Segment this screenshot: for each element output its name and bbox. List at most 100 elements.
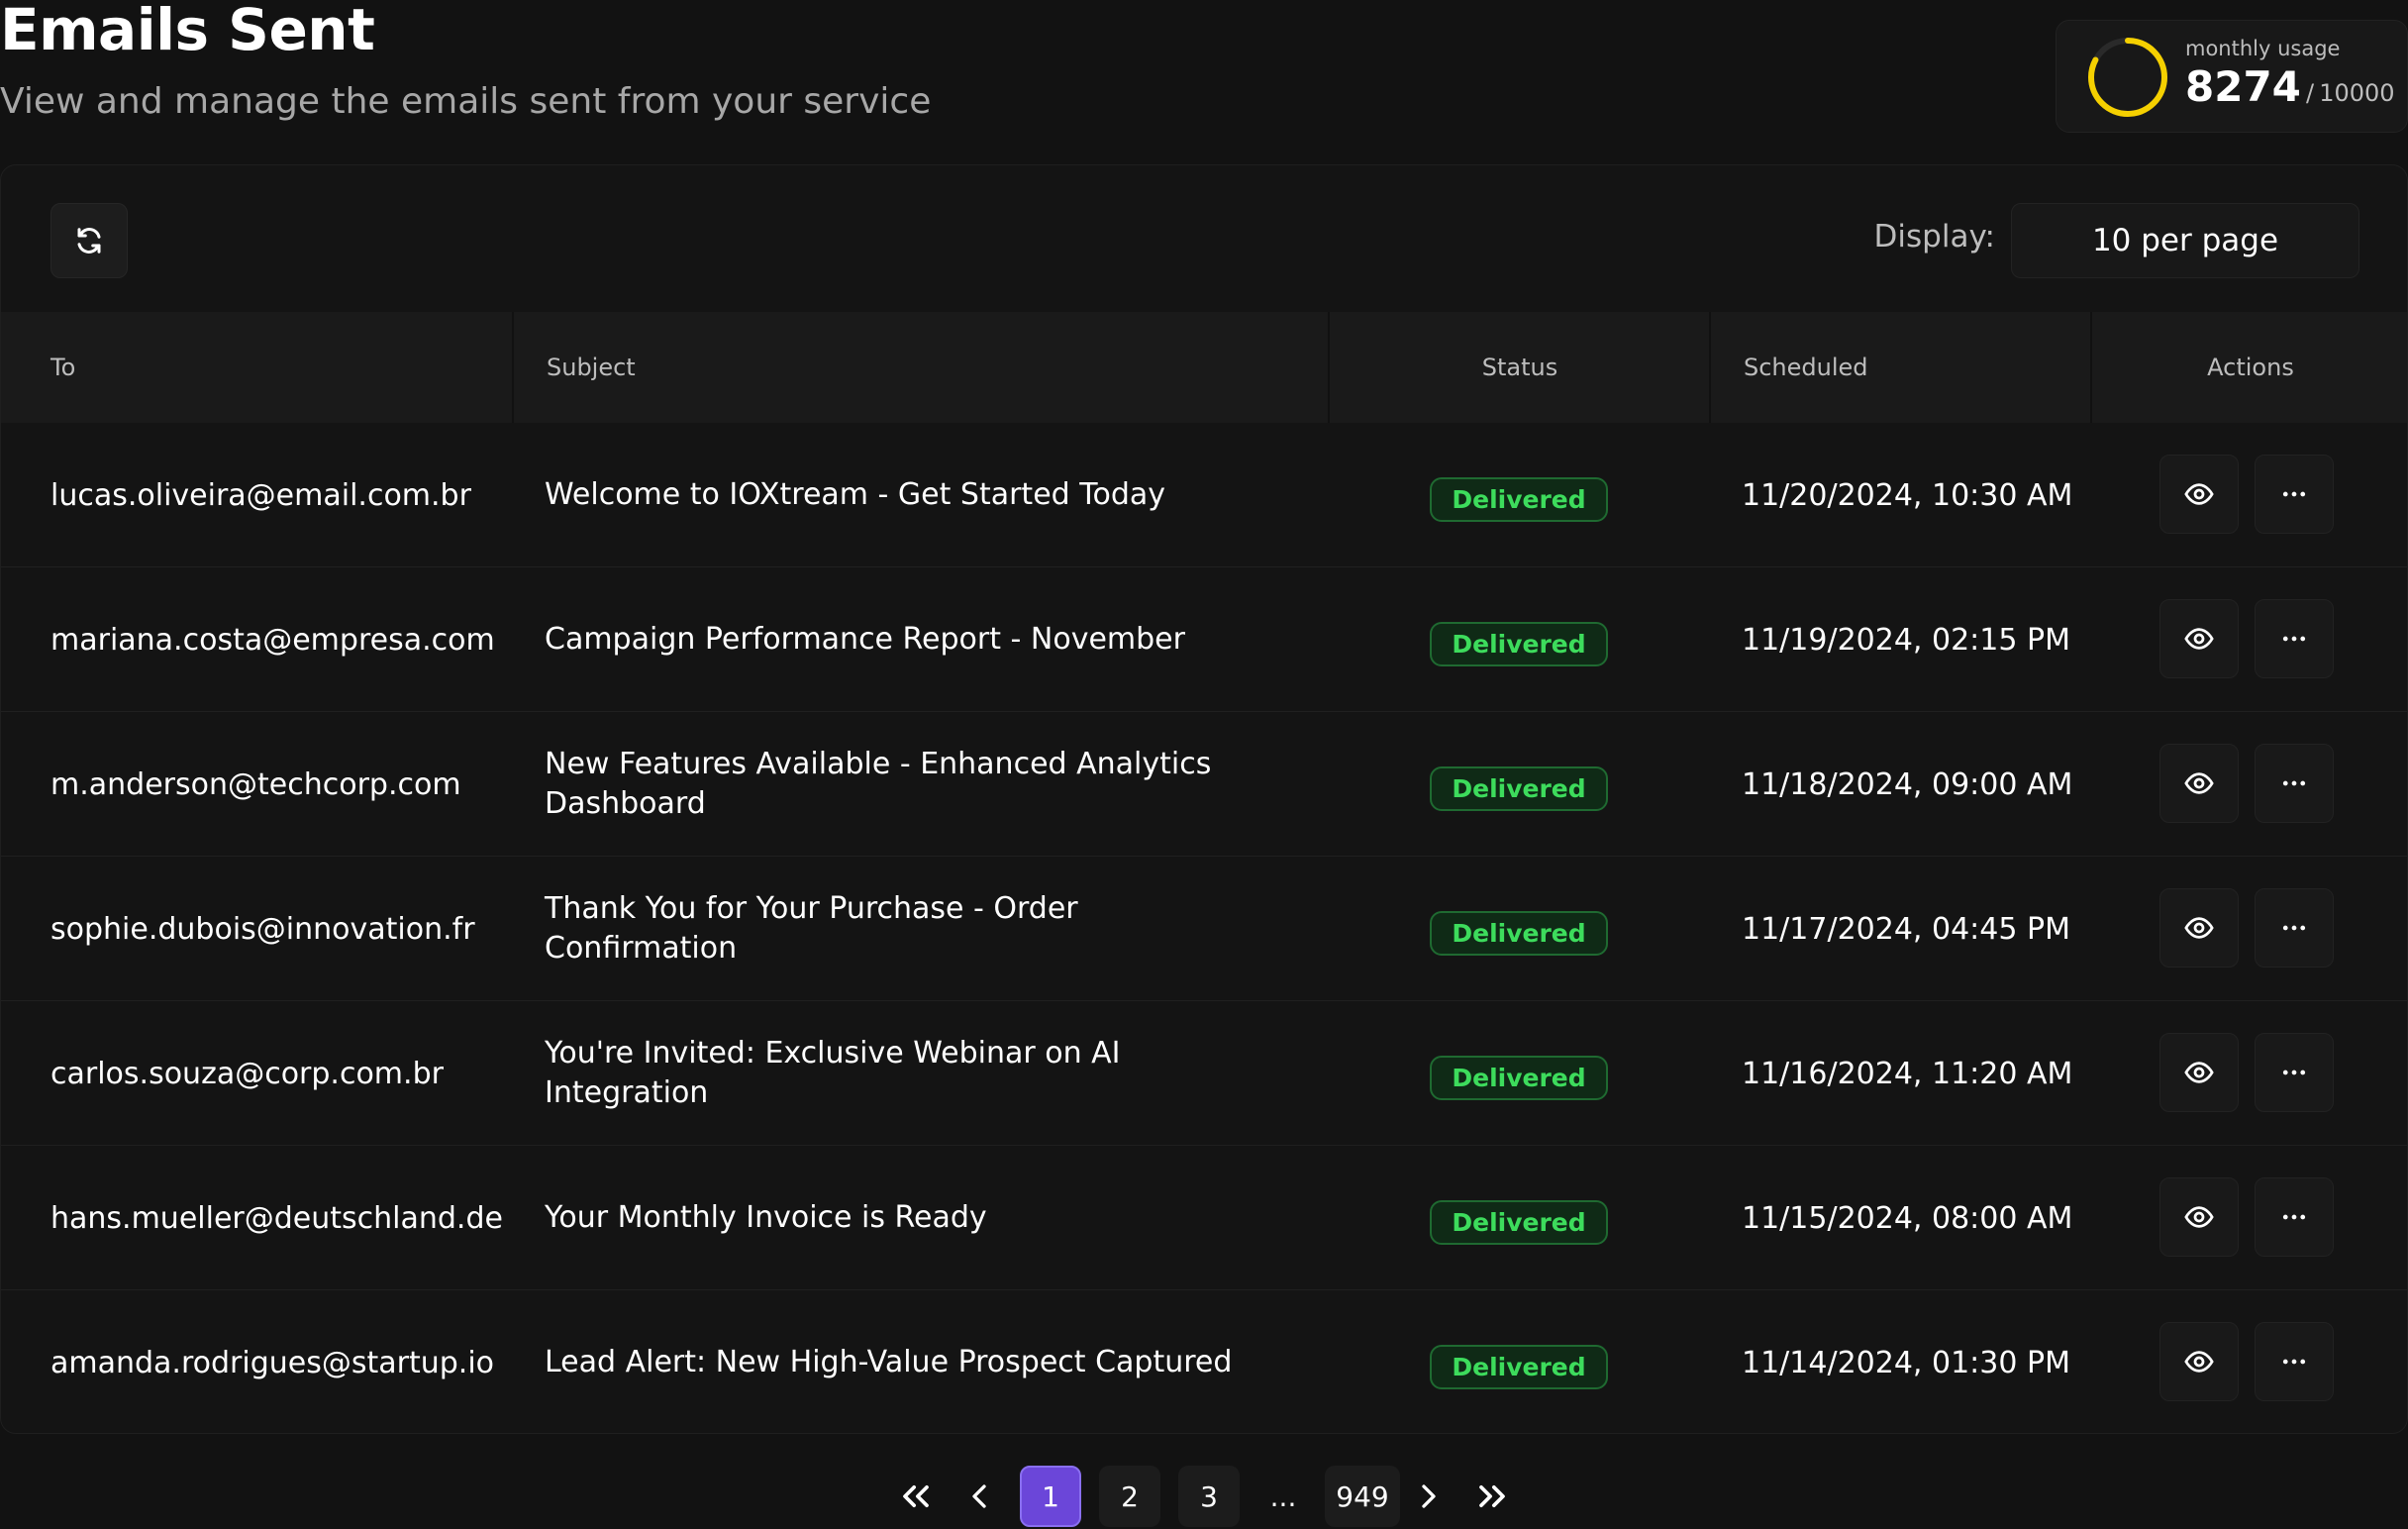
column-header-to[interactable]: To — [50, 312, 75, 423]
status-cell: Delivered — [1328, 1001, 1710, 1146]
status-badge: Delivered — [1430, 1344, 1608, 1389]
view-email-button[interactable] — [2159, 599, 2239, 678]
refresh-button[interactable] — [50, 203, 128, 278]
more-actions-button[interactable] — [2255, 599, 2334, 678]
eye-icon — [2184, 1206, 2214, 1228]
chevron-left-icon — [972, 1484, 986, 1508]
email-subject: Thank You for Your Purchase - Order Conf… — [545, 891, 1078, 966]
recipient-email: carlos.souza@corp.com.br — [50, 1056, 444, 1091]
more-horizontal-icon — [2282, 636, 2306, 642]
email-subject: New Features Available - Enhanced Analyt… — [545, 747, 1212, 821]
more-actions-button[interactable] — [2255, 744, 2334, 823]
table-row[interactable]: carlos.souza@corp.com.br You're Invited:… — [1, 1001, 2407, 1146]
table-toolbar: Display: 10 per page — [1, 165, 2407, 312]
recipient-email: amanda.rodrigues@startup.io — [50, 1345, 495, 1380]
column-header-status[interactable]: Status — [1328, 312, 1710, 423]
column-header-actions: Actions — [2090, 312, 2407, 423]
view-email-button[interactable] — [2159, 455, 2239, 534]
more-actions-button[interactable] — [2255, 1177, 2334, 1257]
more-actions-button[interactable] — [2255, 888, 2334, 968]
eye-icon — [2184, 772, 2214, 794]
usage-separator: / — [2306, 79, 2315, 107]
status-cell: Delivered — [1328, 1290, 1710, 1433]
first-page-button[interactable] — [891, 1466, 941, 1527]
recipient-email: mariana.costa@empresa.com — [50, 622, 495, 658]
scheduled-time: 11/14/2024, 01:30 PM — [1742, 1345, 2070, 1380]
recipient-email: hans.mueller@deutschland.de — [50, 1200, 503, 1236]
more-horizontal-icon — [2282, 1070, 2306, 1075]
eye-icon — [2184, 483, 2214, 505]
refresh-icon — [77, 228, 101, 254]
table-header: To Subject Status Scheduled Actions — [1, 312, 2407, 423]
per-page-select[interactable]: 10 per page — [2011, 203, 2359, 278]
view-email-button[interactable] — [2159, 1177, 2239, 1257]
pagination-ellipsis: ... — [1269, 1479, 1297, 1513]
table-row[interactable]: amanda.rodrigues@startup.io Lead Alert: … — [1, 1290, 2407, 1433]
emails-table-panel: Display: 10 per page To Subject Status S… — [0, 164, 2408, 1434]
usage-current: 8274 — [2185, 62, 2301, 111]
status-badge: Delivered — [1430, 1199, 1608, 1245]
status-badge: Delivered — [1430, 765, 1608, 811]
column-header-scheduled[interactable]: Scheduled — [1709, 312, 1868, 423]
scheduled-time: 11/20/2024, 10:30 AM — [1742, 477, 2073, 513]
page-title: Emails Sent — [0, 0, 375, 63]
more-actions-button[interactable] — [2255, 1322, 2334, 1401]
recipient-email: m.anderson@techcorp.com — [50, 766, 461, 802]
status-cell: Delivered — [1328, 567, 1710, 712]
status-cell: Delivered — [1328, 712, 1710, 857]
table-row[interactable]: hans.mueller@deutschland.de Your Monthly… — [1, 1146, 2407, 1290]
page-button-2[interactable]: 2 — [1099, 1466, 1160, 1527]
chevrons-right-icon — [1479, 1485, 1505, 1507]
more-horizontal-icon — [2282, 780, 2306, 786]
view-email-button[interactable] — [2159, 744, 2239, 823]
table-row[interactable]: sophie.dubois@innovation.fr Thank You fo… — [1, 857, 2407, 1001]
page-subtitle: View and manage the emails sent from you… — [0, 81, 932, 122]
monthly-usage-card: monthly usage 8274 / 10000 — [2056, 20, 2408, 133]
eye-icon — [2184, 628, 2214, 650]
status-cell: Delivered — [1328, 857, 1710, 1001]
view-email-button[interactable] — [2159, 888, 2239, 968]
scheduled-time: 11/17/2024, 04:45 PM — [1742, 911, 2070, 947]
status-cell: Delivered — [1328, 423, 1710, 567]
more-horizontal-icon — [2282, 491, 2306, 497]
more-horizontal-icon — [2282, 1359, 2306, 1365]
email-subject: Campaign Performance Report - November — [545, 622, 1185, 657]
eye-icon — [2184, 917, 2214, 939]
page-button-last[interactable]: 949 — [1325, 1466, 1400, 1527]
page-button-1[interactable]: 1 — [1020, 1466, 1081, 1527]
eye-icon — [2184, 1062, 2214, 1083]
more-horizontal-icon — [2282, 925, 2306, 931]
table-row[interactable]: lucas.oliveira@email.com.br Welcome to I… — [1, 423, 2407, 567]
status-badge: Delivered — [1430, 621, 1608, 666]
status-badge: Delivered — [1430, 476, 1608, 522]
email-subject: Your Monthly Invoice is Ready — [545, 1200, 987, 1235]
pagination: 1 2 3 ... 949 — [0, 1460, 2408, 1529]
more-horizontal-icon — [2282, 1214, 2306, 1220]
display-label: Display: — [1873, 219, 1995, 255]
column-header-subject[interactable]: Subject — [512, 312, 636, 423]
scheduled-time: 11/16/2024, 11:20 AM — [1742, 1056, 2073, 1091]
next-page-button[interactable] — [1404, 1466, 1454, 1527]
usage-value: 8274 / 10000 — [2185, 62, 2395, 111]
usage-progress-ring — [2088, 38, 2167, 117]
usage-limit: 10000 — [2319, 79, 2395, 107]
table-row[interactable]: mariana.costa@empresa.com Campaign Perfo… — [1, 567, 2407, 712]
status-cell: Delivered — [1328, 1146, 1710, 1290]
scheduled-time: 11/19/2024, 02:15 PM — [1742, 622, 2070, 658]
more-actions-button[interactable] — [2255, 455, 2334, 534]
view-email-button[interactable] — [2159, 1033, 2239, 1112]
table-body: lucas.oliveira@email.com.br Welcome to I… — [1, 423, 2407, 1433]
email-subject: You're Invited: Exclusive Webinar on AI … — [545, 1036, 1121, 1110]
scheduled-time: 11/15/2024, 08:00 AM — [1742, 1200, 2073, 1236]
last-page-button[interactable] — [1467, 1466, 1517, 1527]
view-email-button[interactable] — [2159, 1322, 2239, 1401]
status-badge: Delivered — [1430, 1055, 1608, 1100]
chevron-right-icon — [1422, 1484, 1436, 1508]
prev-page-button[interactable] — [954, 1466, 1004, 1527]
recipient-email: sophie.dubois@innovation.fr — [50, 911, 475, 947]
usage-label: monthly usage — [2185, 37, 2341, 60]
page-button-3[interactable]: 3 — [1178, 1466, 1240, 1527]
more-actions-button[interactable] — [2255, 1033, 2334, 1112]
scheduled-time: 11/18/2024, 09:00 AM — [1742, 766, 2073, 802]
table-row[interactable]: m.anderson@techcorp.com New Features Ava… — [1, 712, 2407, 857]
